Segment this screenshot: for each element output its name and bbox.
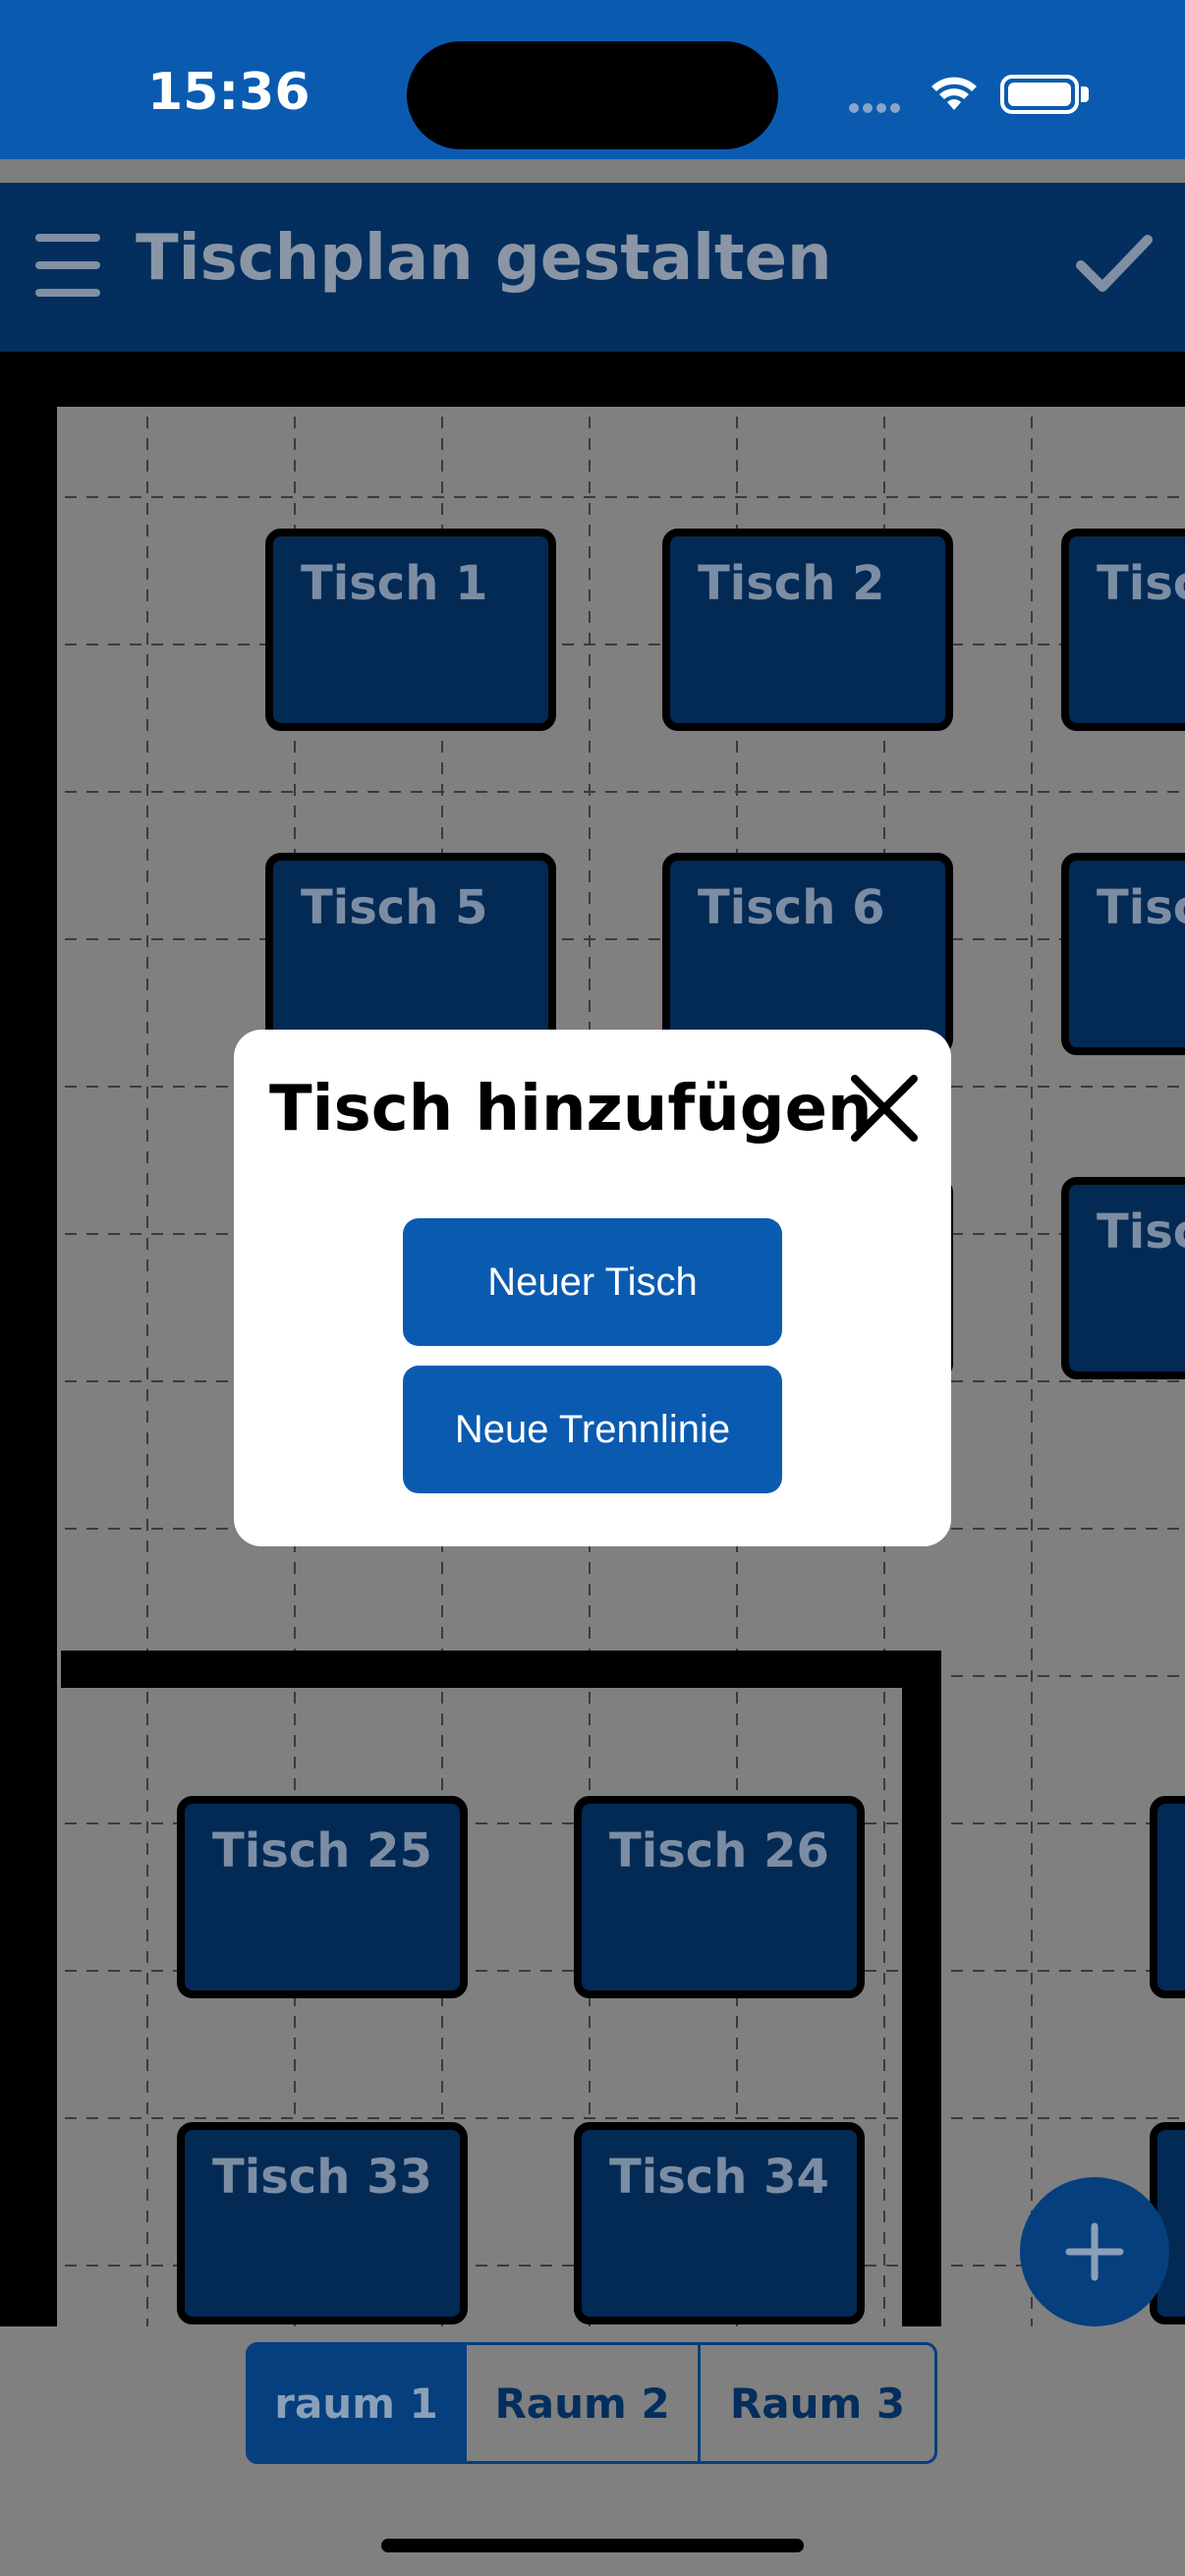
checkmark-icon[interactable] — [1075, 232, 1154, 295]
wall-inner-vertical[interactable] — [902, 1651, 941, 2326]
battery-cap — [1081, 86, 1089, 102]
tab-raum-3[interactable]: Raum 3 — [701, 2345, 934, 2461]
add-fab-button[interactable] — [1020, 2177, 1169, 2326]
table-label: Tisch 5 — [301, 880, 488, 935]
table-label: Tisc — [1097, 556, 1185, 611]
table-33[interactable]: Tisch 33 — [177, 2122, 468, 2324]
dynamic-island — [407, 41, 778, 149]
close-icon[interactable] — [849, 1073, 920, 1144]
table-label: Tisc — [1097, 880, 1185, 935]
wall-left[interactable] — [0, 352, 57, 2326]
table-label: Tisch 25 — [212, 1823, 432, 1878]
table-label: Tisc — [1097, 1204, 1185, 1260]
table-6[interactable]: Tisch 6 — [662, 853, 953, 1055]
table-label: Tisch 33 — [212, 2150, 432, 2205]
status-gap — [0, 159, 1185, 183]
add-table-dialog: Tisch hinzufügen Neuer Tisch Neue Trennl… — [234, 1030, 951, 1546]
wifi-icon — [931, 77, 977, 110]
table-7[interactable]: Tisc — [1061, 853, 1185, 1055]
table-5[interactable]: Tisch 5 — [265, 853, 556, 1055]
hamburger-menu-icon[interactable] — [35, 234, 100, 297]
room-tabs: raum 1 Raum 2 Raum 3 — [246, 2342, 937, 2464]
status-bar: 15:36 — [0, 0, 1185, 159]
tab-raum-1[interactable]: raum 1 — [249, 2345, 468, 2461]
dialog-title: Tisch hinzufügen — [269, 1073, 873, 1146]
table-label: Tisch 6 — [698, 880, 885, 935]
table-3[interactable]: Tisc — [1061, 529, 1185, 731]
wall-top[interactable] — [0, 352, 1185, 407]
table-label: Tisch 26 — [609, 1823, 829, 1878]
new-divider-button[interactable]: Neue Trennlinie — [403, 1366, 782, 1493]
home-indicator[interactable] — [381, 2539, 804, 2552]
table-label: Tisch 34 — [609, 2150, 829, 2205]
table-label: Tisch 1 — [301, 556, 488, 611]
table-1[interactable]: Tisch 1 — [265, 529, 556, 731]
table-edge-1[interactable] — [1150, 1796, 1185, 1998]
plus-icon — [1065, 2222, 1124, 2281]
cellular-signal-icon — [849, 98, 908, 113]
tab-raum-2[interactable]: Raum 2 — [467, 2345, 702, 2461]
table-2[interactable]: Tisch 2 — [662, 529, 953, 731]
page-title: Tischplan gestalten — [136, 222, 832, 295]
table-25[interactable]: Tisch 25 — [177, 1796, 468, 1998]
wall-inner-horizontal[interactable] — [61, 1651, 941, 1688]
table-26[interactable]: Tisch 26 — [574, 1796, 865, 1998]
status-time: 15:36 — [147, 63, 310, 122]
new-table-button[interactable]: Neuer Tisch — [403, 1218, 782, 1346]
table-34[interactable]: Tisch 34 — [574, 2122, 865, 2324]
table-label: Tisch 2 — [698, 556, 885, 611]
table-11[interactable]: Tisc — [1061, 1177, 1185, 1379]
battery-icon — [1000, 75, 1079, 114]
